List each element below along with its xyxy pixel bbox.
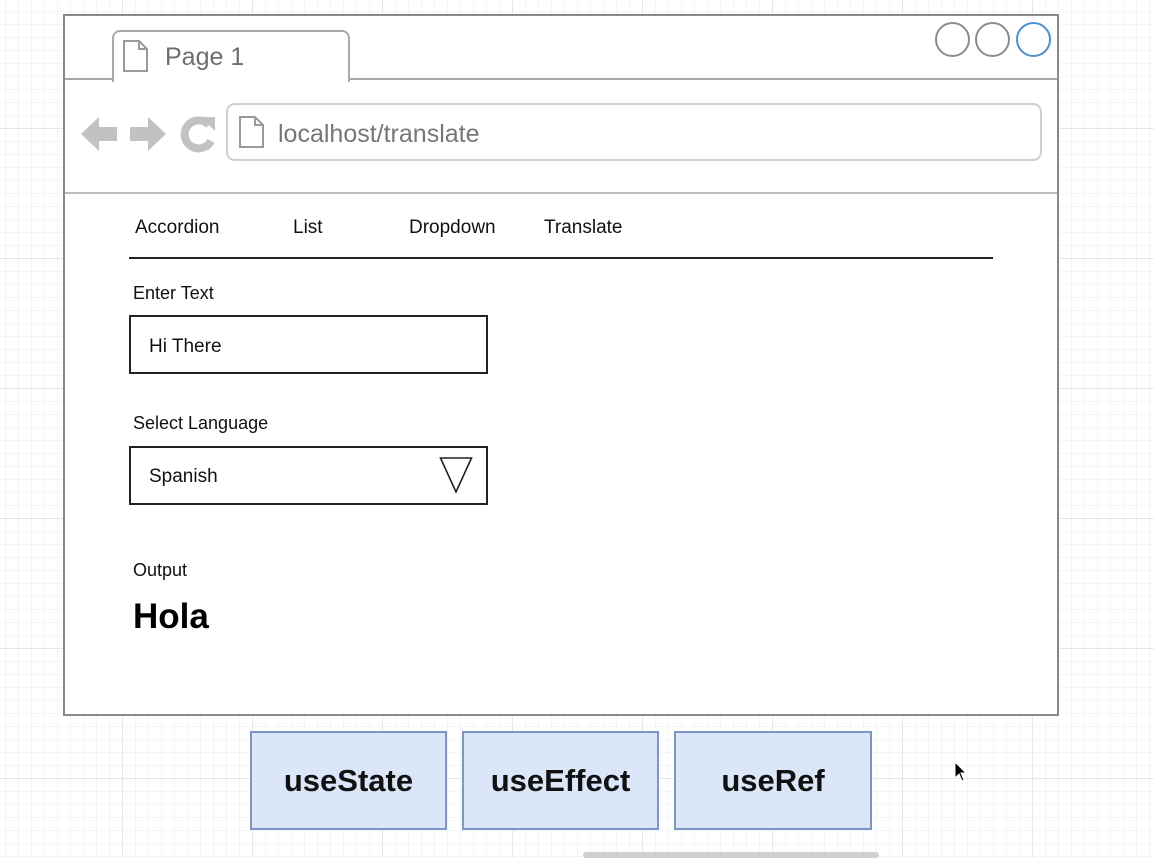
text-input-value: Hi There <box>149 336 222 357</box>
hook-box-usestate: useState <box>250 731 447 830</box>
language-dropdown-value: Spanish <box>149 466 218 487</box>
nav-item-dropdown[interactable]: Dropdown <box>409 217 496 239</box>
window-button-circle[interactable] <box>935 22 970 57</box>
dropdown-triangle-icon[interactable] <box>439 456 473 494</box>
reload-icon[interactable] <box>179 114 217 154</box>
browser-header-divider <box>65 192 1057 194</box>
mouse-cursor-icon <box>954 761 968 782</box>
window-button-circle-active[interactable] <box>1016 22 1051 57</box>
document-icon <box>123 40 148 72</box>
forward-arrow-icon[interactable] <box>129 114 167 154</box>
hook-box-useref: useRef <box>674 731 872 830</box>
nav-divider <box>129 257 993 259</box>
tab-strip-line <box>65 78 113 80</box>
document-icon <box>239 116 264 148</box>
hook-box-useeffect: useEffect <box>462 731 659 830</box>
tab-strip-line <box>349 78 1057 80</box>
output-label: Output <box>133 560 188 580</box>
nav-item-translate[interactable]: Translate <box>544 217 623 239</box>
horizontal-scrollbar[interactable] <box>583 852 879 858</box>
window-button-circle[interactable] <box>975 22 1010 57</box>
address-bar-url: localhost/translate <box>278 120 480 148</box>
back-arrow-icon[interactable] <box>80 114 118 154</box>
nav-item-accordion[interactable]: Accordion <box>135 217 220 239</box>
tab-title: Page 1 <box>165 43 245 71</box>
select-language-label: Select Language <box>133 413 269 433</box>
output-value: Hola <box>133 597 209 636</box>
enter-text-label: Enter Text <box>133 283 214 303</box>
nav-item-list[interactable]: List <box>293 217 323 239</box>
